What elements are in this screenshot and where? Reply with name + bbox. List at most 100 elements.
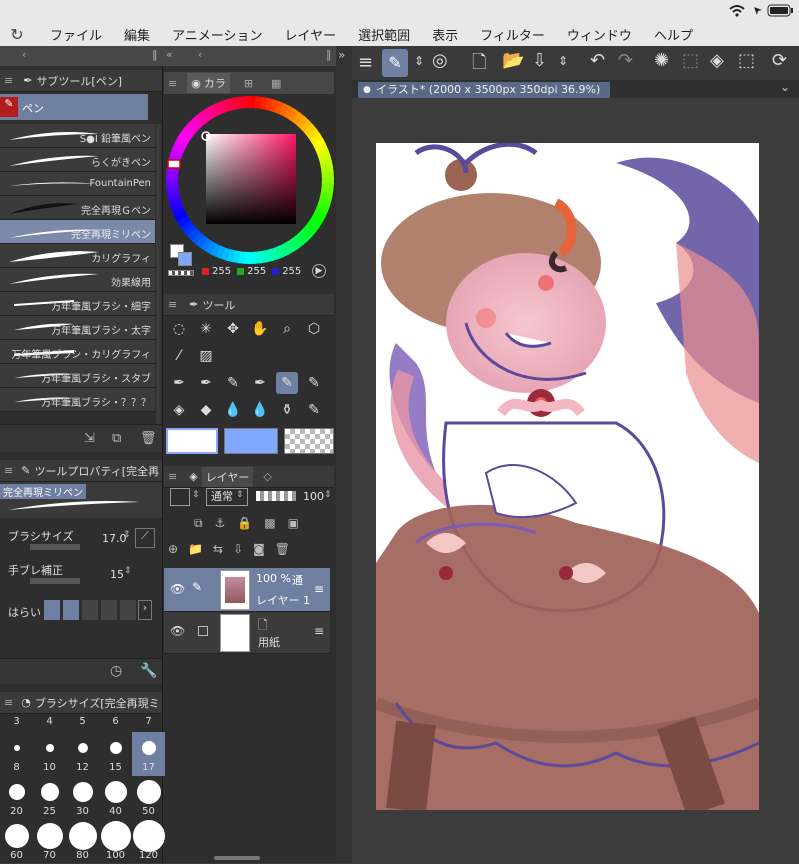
app-logo-icon[interactable]: ↻ bbox=[0, 25, 34, 44]
brush-size-cell[interactable]: 17 bbox=[132, 732, 165, 776]
menu-selection[interactable]: 選択範囲 bbox=[358, 25, 410, 44]
brush-size-cell[interactable]: 50 bbox=[132, 776, 165, 820]
tab-color-wheel[interactable]: ◉ カラ bbox=[187, 73, 230, 93]
brush-size-cell[interactable]: 20 bbox=[0, 776, 33, 820]
transparent-color-box[interactable] bbox=[284, 428, 334, 454]
loading-icon[interactable]: ✺ bbox=[654, 50, 669, 71]
pen-nib-icon[interactable]: ✎ bbox=[303, 372, 325, 394]
stepper-icon[interactable]: ⇕ bbox=[324, 490, 332, 500]
brush-size-cell[interactable]: 60 bbox=[0, 820, 33, 864]
stepper-icon[interactable]: ⇕ bbox=[236, 490, 244, 500]
marker-icon[interactable]: ✎ bbox=[222, 372, 244, 394]
drag-handle-icon[interactable]: ‖ bbox=[152, 48, 158, 61]
chevron-down-icon[interactable]: ⌄ bbox=[780, 80, 790, 94]
brush-size-cell[interactable]: 6 bbox=[99, 714, 132, 732]
tab-color-set[interactable]: ▦ bbox=[271, 77, 281, 90]
layer-checkbox[interactable] bbox=[198, 626, 208, 636]
blend-icon[interactable]: 💧 bbox=[222, 399, 244, 421]
rotate-icon[interactable]: ⟳ bbox=[772, 50, 787, 71]
brush-item[interactable]: らくがきペン bbox=[0, 148, 155, 172]
brush-item[interactable]: 完全再現Ｇペン bbox=[0, 196, 155, 220]
layer-row-paper[interactable]: 👁 🗋 用紙 ≡ bbox=[164, 612, 330, 654]
edit-mode-icon[interactable]: ✎ bbox=[382, 49, 408, 77]
lock-icon[interactable]: 🔒 bbox=[237, 516, 252, 534]
layer-mask-icon[interactable]: ◙ bbox=[253, 542, 265, 562]
transparent-swatch[interactable] bbox=[168, 270, 194, 276]
opacity-slider[interactable] bbox=[256, 491, 296, 501]
brush-item[interactable]: カリグラフィ bbox=[0, 244, 155, 268]
brush-item[interactable]: 万年筆風ブラシ・細字 bbox=[0, 292, 155, 316]
menu-filter[interactable]: フィルター bbox=[480, 25, 545, 44]
blur-icon[interactable]: 💧 bbox=[249, 399, 271, 421]
brush-size-cell[interactable]: 25 bbox=[33, 776, 66, 820]
brush-size-cell[interactable]: 80 bbox=[66, 820, 99, 864]
size-stepper-icon[interactable]: ⇕ bbox=[123, 530, 131, 540]
chevron-left-icon[interactable]: ‹ bbox=[198, 48, 202, 61]
new-file-icon[interactable]: 🗋 bbox=[472, 50, 486, 80]
clock-icon[interactable]: ◷ bbox=[110, 663, 122, 679]
layer-title[interactable]: レイヤー bbox=[201, 466, 254, 487]
layer-drag-icon[interactable]: ≡ bbox=[314, 624, 324, 638]
hamburger-icon[interactable]: ≡ bbox=[358, 52, 373, 73]
hand-icon[interactable]: ✋ bbox=[249, 318, 271, 340]
zoom-icon[interactable]: ⌕ bbox=[276, 318, 298, 340]
document-tab[interactable]: ● イラスト* (2000 x 3500px 350dpi 36.9%) bbox=[358, 82, 611, 98]
menu-window[interactable]: ウィンドウ bbox=[567, 25, 632, 44]
subtool-group-pen[interactable]: ✎ ペン bbox=[0, 94, 148, 120]
menu-file[interactable]: ファイル bbox=[50, 25, 102, 44]
magic-wand-icon[interactable]: ✳ bbox=[195, 318, 217, 340]
brush-size-cell[interactable]: 4 bbox=[33, 714, 66, 732]
lock-transparent-icon[interactable]: ▩ bbox=[264, 516, 275, 534]
redo-icon[interactable]: ↷ bbox=[618, 50, 633, 71]
brush-size-cell[interactable]: 5 bbox=[66, 714, 99, 732]
chevron-left-icon[interactable]: ‹ bbox=[22, 48, 26, 61]
stabilization-slider[interactable] bbox=[30, 578, 80, 584]
pen-alt-icon[interactable]: ✒ bbox=[195, 372, 217, 394]
panel-menu-icon[interactable]: ≡ bbox=[4, 74, 13, 87]
menu-edit[interactable]: 編集 bbox=[124, 25, 150, 44]
open-folder-icon[interactable]: 📂 bbox=[502, 50, 524, 71]
panel-menu-icon[interactable]: ≡ bbox=[4, 696, 13, 709]
layer-row-1[interactable]: 👁 ✎ 100 % 通 レイヤー 1 ≡ bbox=[164, 568, 330, 612]
wrench-icon[interactable]: 🔧 bbox=[140, 663, 157, 679]
brush-size-cell[interactable]: 12 bbox=[66, 732, 99, 776]
transfer-icon[interactable]: ⇆ bbox=[213, 542, 223, 562]
panel-menu-icon[interactable]: ≡ bbox=[168, 470, 177, 483]
mask-icon[interactable]: ▣ bbox=[288, 516, 299, 534]
stepper-icon[interactable]: ⇕ bbox=[558, 54, 568, 68]
eyedropper-icon[interactable]: ⁄ bbox=[168, 345, 190, 367]
drawing-canvas[interactable] bbox=[376, 143, 759, 810]
duplicate-icon[interactable]: ⧉ bbox=[112, 431, 121, 446]
save-icon[interactable]: ⇩ bbox=[532, 50, 547, 71]
collapse-left-icon[interactable]: « bbox=[166, 48, 173, 61]
move-icon[interactable]: ✥ bbox=[222, 318, 244, 340]
smart-icon[interactable]: ◎ bbox=[432, 50, 448, 71]
panel-menu-icon[interactable]: ≡ bbox=[4, 464, 13, 477]
brush-size-cell[interactable]: 3 bbox=[0, 714, 33, 732]
sub-color-box[interactable] bbox=[224, 428, 278, 454]
opacity-value[interactable]: 100 bbox=[303, 490, 324, 503]
play-icon[interactable]: ▶ bbox=[312, 264, 326, 278]
stabilization-value[interactable]: 15 bbox=[110, 568, 124, 581]
brush-item[interactable]: 効果線用 bbox=[0, 268, 155, 292]
taper-segments[interactable] bbox=[44, 600, 136, 620]
eye-icon[interactable]: 👁 bbox=[170, 582, 185, 596]
brush-item[interactable]: S●I 鉛筆風ペン bbox=[0, 124, 155, 148]
brush-item[interactable]: 万年筆風ブラシ・スタブ bbox=[0, 364, 155, 388]
stab-stepper-icon[interactable]: ⇕ bbox=[124, 566, 132, 576]
sub-color-swatch[interactable] bbox=[178, 252, 192, 266]
trash-icon[interactable]: 🗑 bbox=[275, 542, 290, 562]
brush-size-cell[interactable]: 7 bbox=[132, 714, 165, 732]
pen-tool-icon[interactable]: ✒ bbox=[168, 372, 190, 394]
menu-help[interactable]: ヘルプ bbox=[654, 25, 693, 44]
brush-size-cell[interactable]: 10 bbox=[33, 732, 66, 776]
brush-size-cell[interactable]: 30 bbox=[66, 776, 99, 820]
chevron-right-icon[interactable]: › bbox=[138, 600, 152, 620]
main-color-box[interactable] bbox=[166, 428, 218, 454]
brush-item[interactable]: 万年筆風ブラシ・カリグラフィ bbox=[0, 340, 155, 364]
brush-size-cell[interactable]: 8 bbox=[0, 732, 33, 776]
trash-icon[interactable]: 🗑 bbox=[140, 431, 157, 446]
layer-property-box[interactable] bbox=[170, 488, 190, 506]
menu-animation[interactable]: アニメーション bbox=[172, 25, 262, 44]
brush-size-cell[interactable]: 15 bbox=[99, 732, 132, 776]
